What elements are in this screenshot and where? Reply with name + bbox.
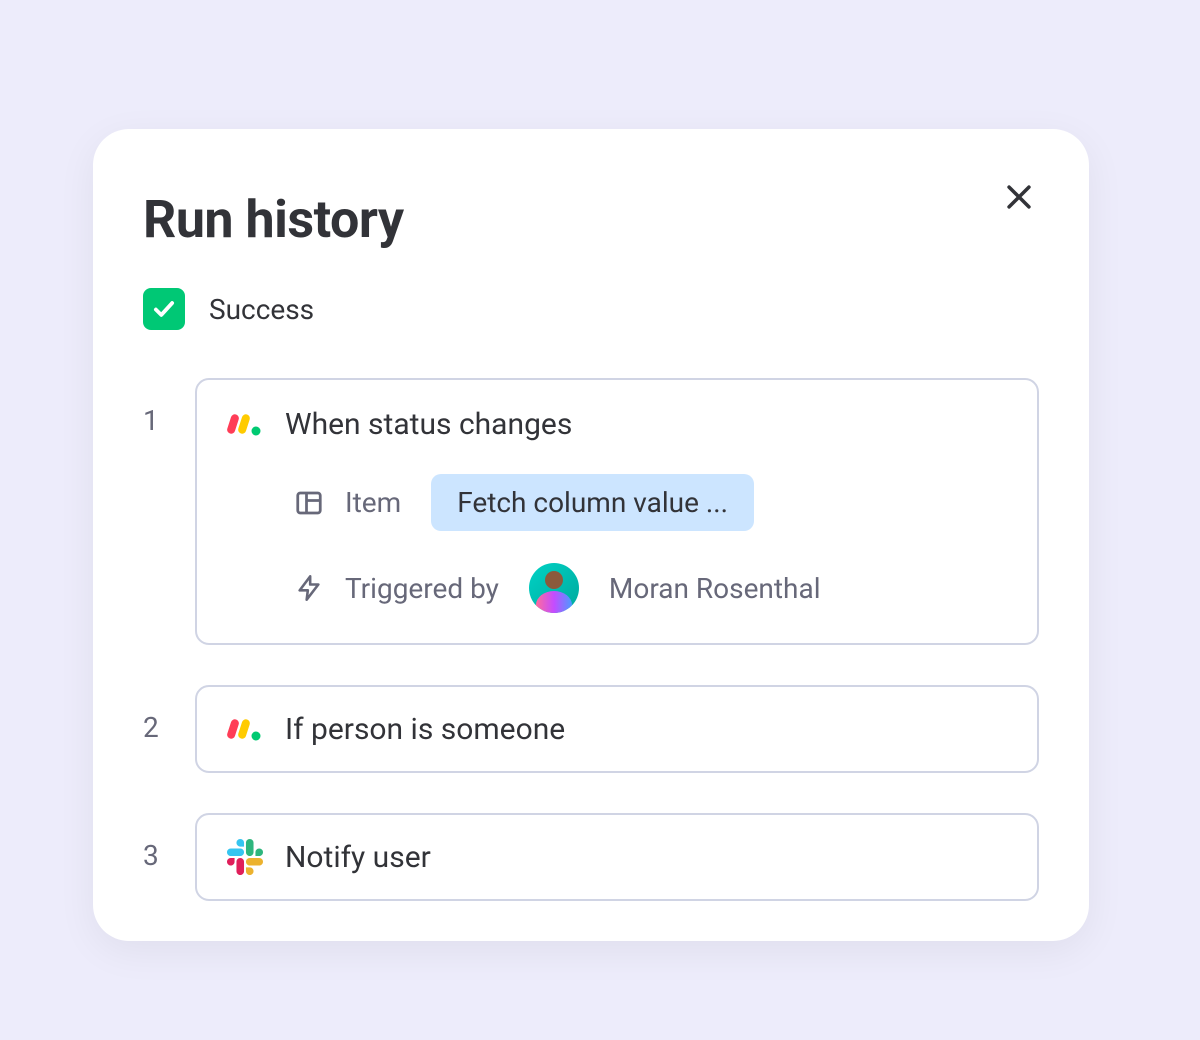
step-card[interactable]: When status changes Item Fetch column va…	[195, 378, 1039, 645]
steps-list: 1 When status changes	[143, 378, 1039, 901]
modal-title: Run history	[143, 189, 1039, 250]
step-title: When status changes	[285, 407, 572, 442]
step-card[interactable]: If person is someone	[195, 685, 1039, 773]
check-icon	[151, 296, 177, 322]
status-label: Success	[209, 293, 314, 326]
bolt-icon	[293, 572, 325, 604]
close-button[interactable]	[995, 173, 1043, 221]
user-avatar[interactable]	[529, 563, 579, 613]
step-number: 1	[143, 378, 163, 437]
monday-icon	[227, 711, 263, 747]
step-number: 2	[143, 685, 163, 744]
step-header: If person is someone	[227, 711, 1007, 747]
item-label: Item	[345, 486, 401, 519]
step-header: When status changes	[227, 406, 1007, 442]
triggered-label: Triggered by	[345, 572, 499, 605]
slack-icon	[227, 839, 263, 875]
step-header: Notify user	[227, 839, 1007, 875]
triggered-detail-row: Triggered by Moran Rosenthal	[227, 563, 1007, 613]
step-row: 2 If person is someone	[143, 685, 1039, 773]
item-value-pill[interactable]: Fetch column value ...	[431, 474, 754, 531]
triggered-user-name: Moran Rosenthal	[609, 572, 821, 605]
step-card[interactable]: Notify user	[195, 813, 1039, 901]
close-icon	[1002, 180, 1036, 214]
item-detail-row: Item Fetch column value ...	[227, 474, 1007, 531]
monday-icon	[227, 406, 263, 442]
run-history-modal: Run history Success 1	[93, 129, 1089, 941]
item-icon	[293, 487, 325, 519]
step-number: 3	[143, 813, 163, 872]
step-row: 1 When status changes	[143, 378, 1039, 645]
status-row: Success	[143, 288, 1039, 330]
step-title: If person is someone	[285, 712, 565, 747]
success-badge	[143, 288, 185, 330]
step-title: Notify user	[285, 840, 431, 875]
step-row: 3 Noti	[143, 813, 1039, 901]
